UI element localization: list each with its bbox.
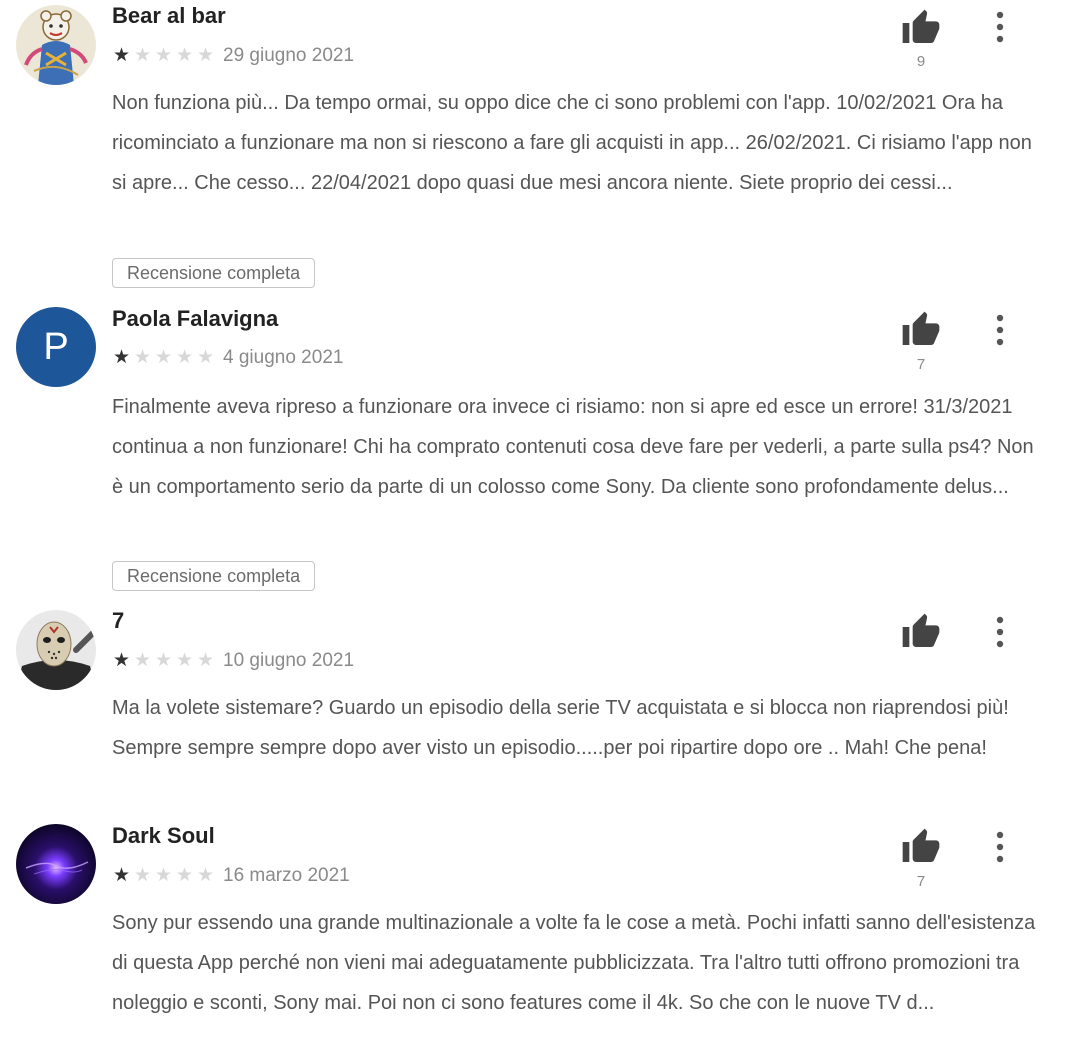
review-text: Non funziona più... Da tempo ormai, su o… — [112, 92, 1032, 194]
author-name: Paola Falavigna — [112, 306, 279, 331]
star-empty-icon: ★ — [154, 45, 173, 66]
review-date: 4 giugno 2021 — [223, 347, 344, 368]
star-empty-icon: ★ — [154, 865, 173, 886]
star-filled-icon: ★ — [112, 650, 131, 671]
star-empty-icon: ★ — [175, 865, 194, 886]
avatar[interactable] — [16, 5, 96, 85]
star-rating: ★ ★ ★ ★ ★ 29 giugno 2021 — [112, 44, 354, 68]
more-vert-icon[interactable] — [986, 830, 1014, 864]
thumbs-up-icon[interactable] — [900, 612, 942, 652]
star-empty-icon: ★ — [175, 650, 194, 671]
star-empty-icon: ★ — [133, 865, 152, 886]
star-empty-icon: ★ — [196, 45, 215, 66]
star-empty-icon: ★ — [154, 650, 173, 671]
avatar[interactable] — [16, 824, 96, 904]
more-vert-icon[interactable] — [986, 615, 1014, 649]
star-rating: ★ ★ ★ ★ ★ 16 marzo 2021 — [112, 864, 350, 888]
more-vert-icon[interactable] — [986, 10, 1014, 44]
star-filled-icon: ★ — [112, 865, 131, 886]
review-text: Ma la volete sistemare? Guardo un episod… — [112, 697, 1009, 759]
cartoon-bear-avatar-icon — [16, 5, 96, 85]
star-filled-icon: ★ — [112, 347, 131, 368]
helpful-count: 7 — [916, 873, 926, 890]
hockey-mask-avatar-icon — [16, 610, 96, 690]
avatar-letter: P — [43, 325, 69, 368]
star-empty-icon: ★ — [175, 45, 194, 66]
star-empty-icon: ★ — [196, 347, 215, 368]
star-rating: ★ ★ ★ ★ ★ 4 giugno 2021 — [112, 346, 343, 370]
full-review-button[interactable]: Recensione completa — [112, 561, 316, 591]
helpful-count: 7 — [916, 356, 926, 373]
review-date: 29 giugno 2021 — [223, 45, 355, 66]
full-review-button[interactable]: Recensione completa — [112, 258, 316, 288]
more-vert-icon[interactable] — [986, 313, 1014, 347]
review-text: Finalmente aveva ripreso a funzionare or… — [112, 396, 1034, 498]
helpful-count: 9 — [916, 53, 926, 70]
star-empty-icon: ★ — [133, 347, 152, 368]
star-empty-icon: ★ — [196, 650, 215, 671]
thumbs-up-icon[interactable] — [900, 310, 942, 350]
star-filled-icon: ★ — [112, 45, 131, 66]
star-empty-icon: ★ — [196, 865, 215, 886]
review-text: Sony pur essendo una grande multinaziona… — [112, 912, 1036, 1014]
author-name: Dark Soul — [112, 823, 215, 848]
review-date: 16 marzo 2021 — [223, 865, 350, 886]
star-empty-icon: ★ — [133, 650, 152, 671]
star-empty-icon: ★ — [154, 347, 173, 368]
star-empty-icon: ★ — [175, 347, 194, 368]
star-rating: ★ ★ ★ ★ ★ 10 giugno 2021 — [112, 649, 354, 673]
author-name: Bear al bar — [112, 3, 226, 28]
review-date: 10 giugno 2021 — [223, 650, 355, 671]
avatar[interactable]: P — [16, 307, 96, 387]
thumbs-up-icon[interactable] — [900, 827, 942, 867]
purple-nebula-avatar-icon — [16, 824, 96, 904]
author-name: 7 — [112, 608, 125, 633]
avatar[interactable] — [16, 610, 96, 690]
thumbs-up-icon[interactable] — [900, 8, 942, 48]
star-empty-icon: ★ — [133, 45, 152, 66]
